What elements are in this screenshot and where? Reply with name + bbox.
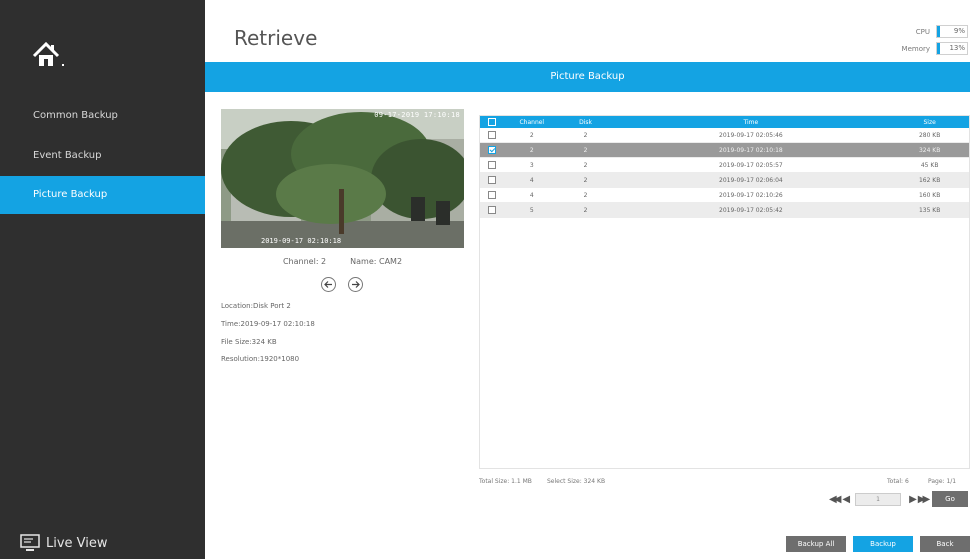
cell-disk: 2 bbox=[583, 206, 588, 214]
arrow-right-icon bbox=[352, 281, 360, 288]
backup-button[interactable]: Backup bbox=[853, 536, 913, 552]
backup-all-button[interactable]: Backup All bbox=[786, 536, 846, 552]
section-banner: Picture Backup bbox=[205, 62, 970, 92]
cell-disk: 2 bbox=[583, 191, 588, 199]
cell-disk: 2 bbox=[583, 146, 588, 154]
total-size-text: Total Size: 1.1 MB bbox=[479, 478, 532, 485]
cell-time: 2019-09-17 02:05:46 bbox=[719, 131, 783, 139]
table-row[interactable]: 4 2 2019-09-17 02:10:26 160 KB bbox=[480, 188, 969, 203]
header-channel: Channel bbox=[519, 118, 545, 126]
first-page-icon[interactable]: ◀◀ bbox=[829, 494, 842, 505]
cell-time: 2019-09-17 02:05:42 bbox=[719, 206, 783, 214]
previous-picture-button[interactable] bbox=[321, 277, 336, 292]
row-checkbox[interactable] bbox=[487, 146, 496, 154]
prev-page-icon[interactable]: ◀ bbox=[842, 494, 850, 505]
home-icon[interactable] bbox=[30, 40, 70, 70]
sidebar-item-picture-backup[interactable]: Picture Backup bbox=[0, 176, 205, 214]
header-time: Time bbox=[743, 118, 759, 126]
next-page-icon[interactable]: ▶ bbox=[909, 494, 917, 505]
pagination: ◀◀ ◀ 1 ▶ ▶▶ bbox=[829, 493, 931, 506]
memory-value: 13% bbox=[949, 44, 965, 52]
back-button[interactable]: Back bbox=[920, 536, 970, 552]
cpu-label: CPU bbox=[915, 27, 930, 36]
row-checkbox[interactable] bbox=[487, 131, 496, 139]
channel-label: Channel: 2 bbox=[282, 257, 327, 266]
row-checkbox[interactable] bbox=[487, 176, 496, 184]
memory-meter: Memory 13% bbox=[890, 42, 968, 55]
cell-channel: 4 bbox=[529, 191, 534, 199]
row-checkbox[interactable] bbox=[487, 191, 496, 199]
cell-size: 162 KB bbox=[918, 176, 941, 184]
live-view-button[interactable]: Live View bbox=[20, 532, 108, 554]
cell-time: 2019-09-17 02:06:04 bbox=[719, 176, 783, 184]
cell-time: 2019-09-17 02:10:26 bbox=[719, 191, 783, 199]
location-info: Location:Disk Port 2 bbox=[221, 302, 291, 310]
header-size: Size bbox=[923, 118, 936, 126]
cell-channel: 2 bbox=[529, 131, 534, 139]
resolution-info: Resolution:1920*1080 bbox=[221, 355, 300, 363]
table-header: Channel Disk Time Size bbox=[480, 116, 969, 128]
page-text: Page: 1/1 bbox=[928, 478, 957, 485]
memory-label: Memory bbox=[901, 44, 930, 53]
cell-disk: 2 bbox=[583, 161, 588, 169]
last-page-icon[interactable]: ▶▶ bbox=[918, 494, 931, 505]
cell-size: 45 KB bbox=[920, 161, 939, 169]
select-all-checkbox[interactable] bbox=[487, 118, 496, 126]
table-row[interactable]: 3 2 2019-09-17 02:05:57 45 KB bbox=[480, 158, 969, 173]
preview-timestamp: 09-17-2019 17:10:18 bbox=[374, 111, 460, 119]
table-row[interactable]: 4 2 2019-09-17 02:06:04 162 KB bbox=[480, 173, 969, 188]
row-checkbox[interactable] bbox=[487, 206, 496, 214]
cell-size: 280 KB bbox=[918, 131, 941, 139]
page-title: Retrieve bbox=[234, 26, 318, 50]
cell-size: 324 KB bbox=[918, 146, 941, 154]
sidebar-item-event-backup[interactable]: Event Backup bbox=[0, 137, 205, 175]
table-row[interactable]: 5 2 2019-09-17 02:05:42 135 KB bbox=[480, 203, 969, 218]
cpu-value: 9% bbox=[953, 27, 965, 35]
live-view-label: Live View bbox=[46, 535, 108, 551]
preview-caption: 2019-09-17 02:10:18 bbox=[261, 237, 342, 245]
cell-channel: 4 bbox=[529, 176, 534, 184]
cell-channel: 5 bbox=[529, 206, 534, 214]
header-disk: Disk bbox=[579, 118, 592, 126]
go-button[interactable]: Go bbox=[932, 491, 968, 507]
cell-size: 160 KB bbox=[918, 191, 941, 199]
select-size-text: Select Size: 324 KB bbox=[547, 478, 606, 485]
sidebar: Common Backup Event Backup Picture Backu… bbox=[0, 0, 205, 559]
cell-disk: 2 bbox=[583, 131, 588, 139]
table-row[interactable]: 2 2 2019-09-17 02:10:18 324 KB bbox=[480, 143, 969, 158]
cell-channel: 3 bbox=[529, 161, 534, 169]
file-size-info: File Size:324 KB bbox=[221, 338, 277, 346]
next-picture-button[interactable] bbox=[348, 277, 363, 292]
cell-time: 2019-09-17 02:05:57 bbox=[719, 161, 783, 169]
camera-name-label: Name: CAM2 bbox=[350, 257, 403, 266]
sidebar-item-common-backup[interactable]: Common Backup bbox=[0, 97, 205, 135]
table-row[interactable]: 2 2 2019-09-17 02:05:46 280 KB bbox=[480, 128, 969, 143]
row-checkbox[interactable] bbox=[487, 161, 496, 169]
cell-channel: 2 bbox=[529, 146, 534, 154]
monitor-icon bbox=[20, 534, 40, 551]
page-number-input[interactable]: 1 bbox=[855, 493, 902, 506]
cell-size: 135 KB bbox=[918, 206, 941, 214]
time-info: Time:2019-09-17 02:10:18 bbox=[221, 320, 315, 328]
picture-table: Channel Disk Time Size 2 2 2019-09-17 02… bbox=[479, 115, 970, 469]
picture-preview: 09-17-2019 17:10:18 2019-09-17 02:10:18 bbox=[221, 109, 464, 248]
preview-meta: Channel: 2 Name: CAM2 bbox=[221, 257, 464, 266]
total-count-text: Total: 6 bbox=[887, 478, 909, 485]
cell-time: 2019-09-17 02:10:18 bbox=[719, 146, 783, 154]
arrow-left-icon bbox=[324, 281, 332, 288]
preview-nav bbox=[321, 277, 363, 292]
cell-disk: 2 bbox=[583, 176, 588, 184]
cpu-meter: CPU 9% bbox=[890, 25, 968, 38]
